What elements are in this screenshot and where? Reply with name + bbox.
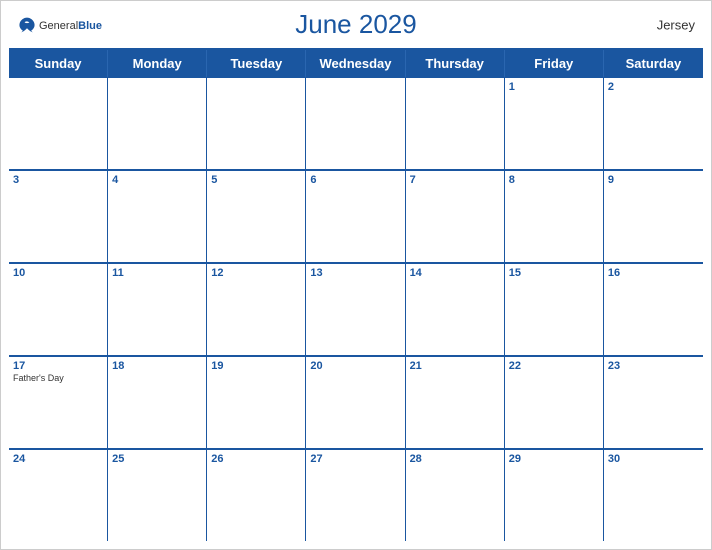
- cell-jun-12: 12: [207, 263, 306, 355]
- cell-jun-29: 29: [505, 449, 604, 541]
- day-header-saturday: Saturday: [604, 50, 703, 77]
- day-header-friday: Friday: [505, 50, 604, 77]
- week-2: 3 4 5 6 7 8 9: [9, 170, 703, 263]
- week-3: 10 11 12 13 14 15 16: [9, 263, 703, 356]
- week-4: 17 Father's Day 18 19 20 21 22 23: [9, 356, 703, 449]
- cell-jun-6: 6: [306, 170, 405, 262]
- cell-jun-16: 16: [604, 263, 703, 355]
- day-headers-row: Sunday Monday Tuesday Wednesday Thursday…: [9, 50, 703, 77]
- cell-jun-18: 18: [108, 356, 207, 448]
- cell-jun-27: 27: [306, 449, 405, 541]
- cell-jun-3: 3: [9, 170, 108, 262]
- calendar-grid: Sunday Monday Tuesday Wednesday Thursday…: [9, 48, 703, 541]
- cell-jun-1: 1: [505, 77, 604, 169]
- cell-jun-14: 14: [406, 263, 505, 355]
- cell-jun-5: 5: [207, 170, 306, 262]
- calendar-title: June 2029: [295, 9, 416, 40]
- cell-jun-9: 9: [604, 170, 703, 262]
- logo-bird-icon: [17, 16, 37, 34]
- cell-jun-23: 23: [604, 356, 703, 448]
- weeks-container: 1 2 3 4 5 6 7 8 9 10 11 12 13 14 15 16: [9, 77, 703, 541]
- calendar-region: Jersey: [657, 17, 695, 32]
- day-header-thursday: Thursday: [406, 50, 505, 77]
- cell-jun-8: 8: [505, 170, 604, 262]
- cell-jun-15: 15: [505, 263, 604, 355]
- cell-jun-22: 22: [505, 356, 604, 448]
- cell-jun-13: 13: [306, 263, 405, 355]
- cell-jun-21: 21: [406, 356, 505, 448]
- week-1: 1 2: [9, 77, 703, 170]
- calendar-page: GeneralBlue June 2029 Jersey Sunday Mond…: [0, 0, 712, 550]
- cell-jun-24: 24: [9, 449, 108, 541]
- cell-empty: [306, 77, 405, 169]
- cell-empty: [9, 77, 108, 169]
- day-header-sunday: Sunday: [9, 50, 108, 77]
- day-header-tuesday: Tuesday: [207, 50, 306, 77]
- cell-jun-26: 26: [207, 449, 306, 541]
- cell-jun-2: 2: [604, 77, 703, 169]
- cell-empty: [108, 77, 207, 169]
- cell-jun-25: 25: [108, 449, 207, 541]
- cell-jun-4: 4: [108, 170, 207, 262]
- cell-empty: [207, 77, 306, 169]
- cell-empty: [406, 77, 505, 169]
- logo-text: GeneralBlue: [39, 16, 102, 34]
- day-header-wednesday: Wednesday: [306, 50, 405, 77]
- cell-jun-11: 11: [108, 263, 207, 355]
- cell-jun-17: 17 Father's Day: [9, 356, 108, 448]
- day-header-monday: Monday: [108, 50, 207, 77]
- calendar-header: GeneralBlue June 2029 Jersey: [1, 1, 711, 48]
- cell-jun-28: 28: [406, 449, 505, 541]
- cell-jun-30: 30: [604, 449, 703, 541]
- cell-jun-10: 10: [9, 263, 108, 355]
- week-5: 24 25 26 27 28 29 30: [9, 449, 703, 541]
- cell-jun-7: 7: [406, 170, 505, 262]
- cell-jun-19: 19: [207, 356, 306, 448]
- cell-jun-20: 20: [306, 356, 405, 448]
- logo: GeneralBlue: [17, 16, 102, 34]
